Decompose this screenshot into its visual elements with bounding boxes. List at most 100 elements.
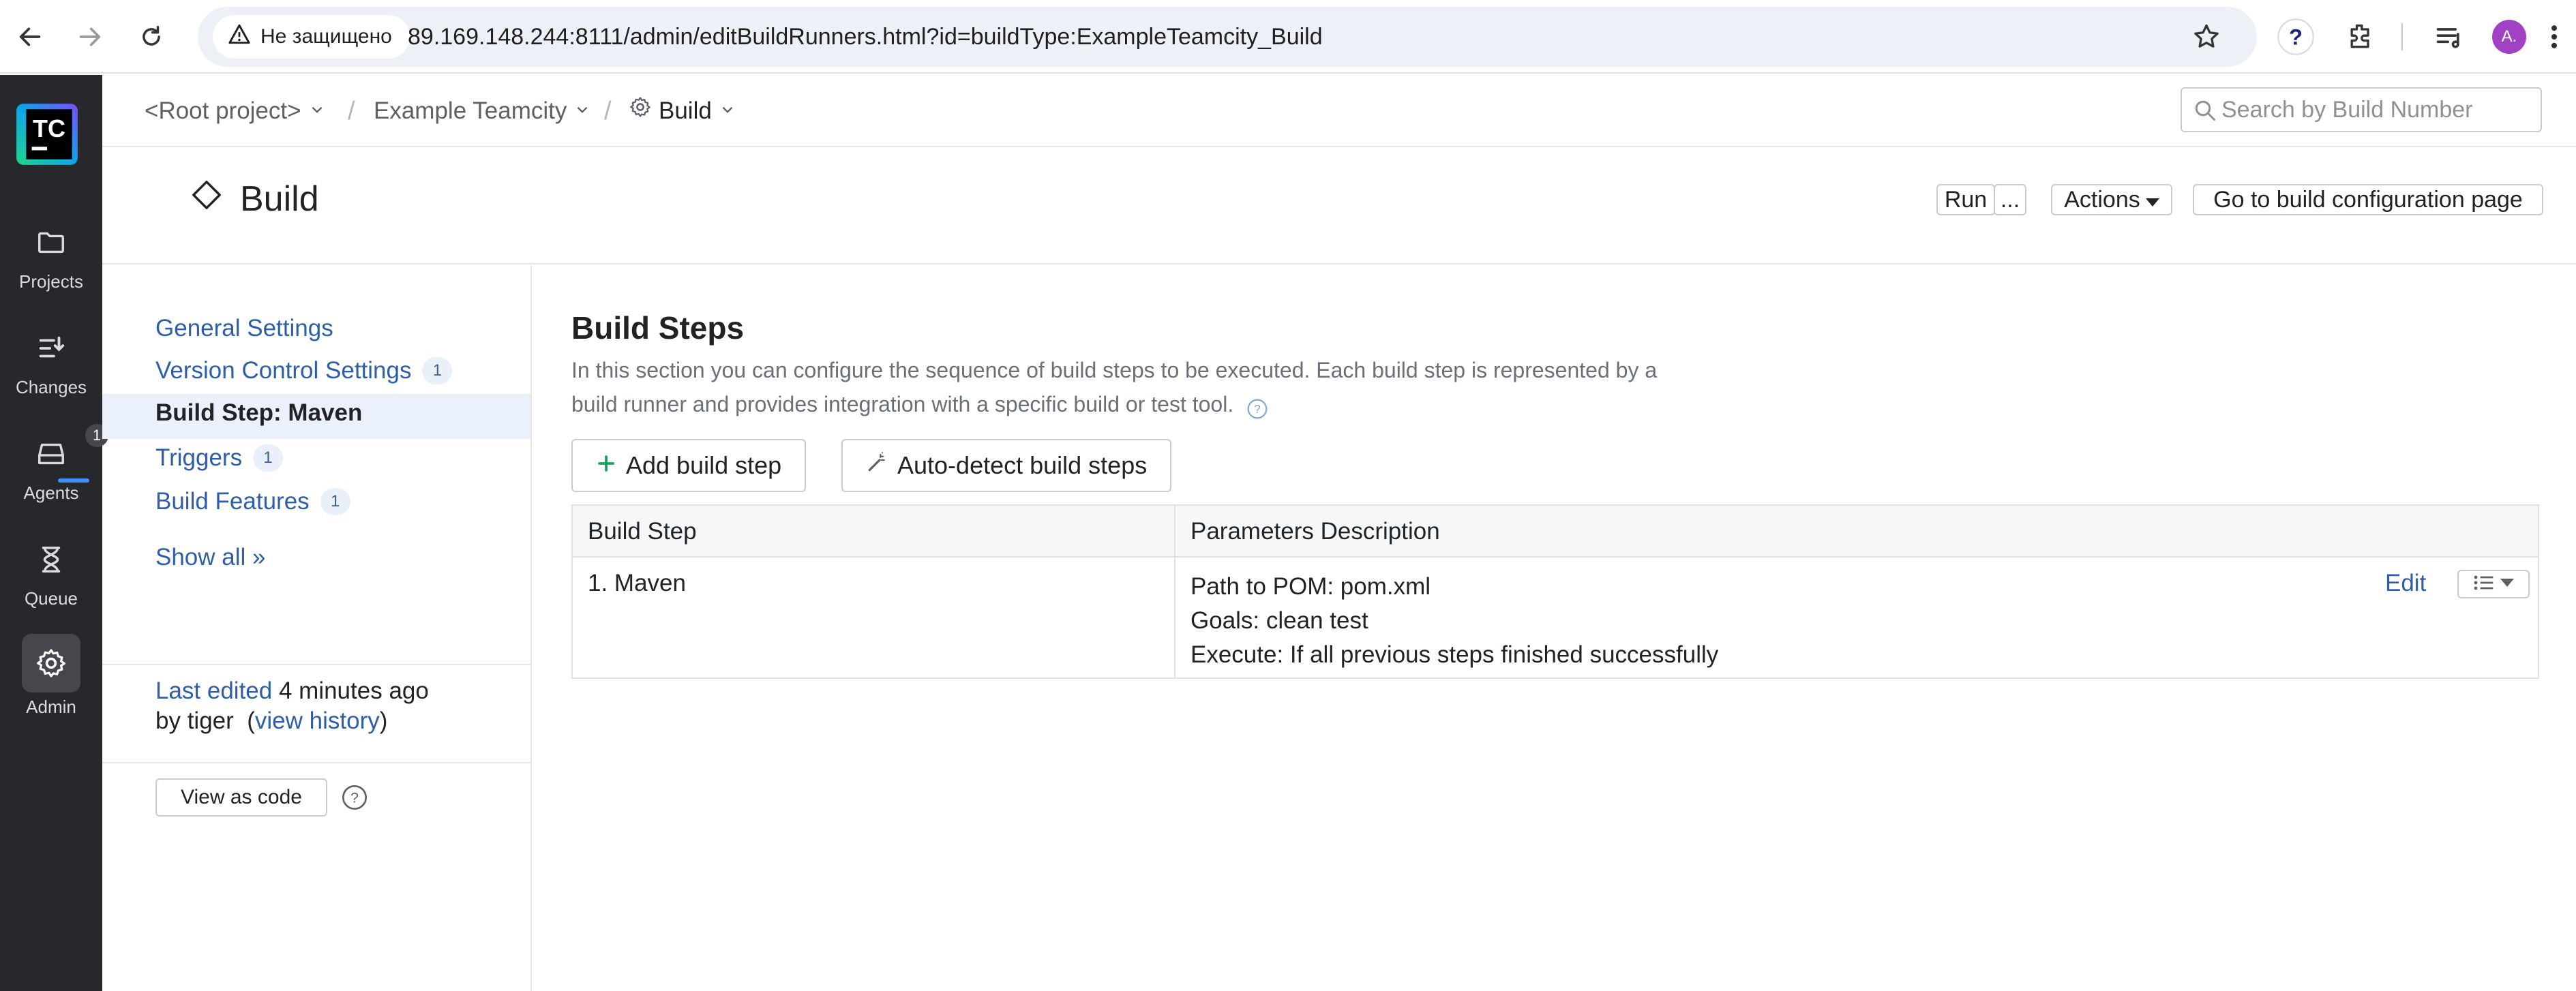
list-icon	[2473, 574, 2495, 595]
sidebar-item-triggers[interactable]: Triggers 1	[155, 444, 284, 472]
reload-icon[interactable]	[130, 15, 173, 59]
step-name: 1. Maven	[588, 570, 686, 596]
auto-detect-label: Auto-detect build steps	[897, 451, 1148, 479]
search-input[interactable]: Search by Build Number	[2181, 87, 2542, 132]
step-menu-button[interactable]	[2457, 570, 2530, 598]
param-line: Path to POM: pom.xml	[1190, 573, 1431, 600]
security-label: Не защищено	[260, 25, 392, 48]
url-text[interactable]: 89.169.148.244:8111/admin/editBuildRunne…	[408, 7, 1323, 67]
sidebar-item-label: Triggers	[155, 444, 243, 471]
param-line: Execute: If all previous steps finished …	[1190, 641, 1719, 668]
add-build-step-label: Add build step	[626, 451, 782, 479]
build-steps-section: Build Steps In this section you can conf…	[532, 266, 2576, 991]
hourglass-icon	[27, 535, 76, 584]
actions-dropdown[interactable]: Actions	[2051, 184, 2172, 215]
rail-label: Admin	[26, 697, 76, 717]
profile-avatar[interactable]: A.	[2487, 15, 2531, 59]
sidebar-item-vcs[interactable]: Version Control Settings 1	[155, 357, 453, 384]
sidebar-item-build-step[interactable]: Build Step: Maven	[155, 399, 362, 427]
description-text: In this section you can configure the se…	[571, 358, 1658, 416]
svg-text:?: ?	[2289, 25, 2303, 50]
rail-queue[interactable]: Queue	[0, 535, 102, 609]
breadcrumb-root[interactable]: <Root project>	[145, 75, 326, 147]
param-line: Goals: clean test	[1190, 607, 1368, 634]
tc-nav-rail: TC Projects Changes 1 Agents Queue Admin	[0, 75, 108, 991]
chevron-down-icon	[719, 75, 736, 147]
table-header: Build Step Parameters Description	[573, 506, 2538, 558]
table-column: Build Step	[573, 506, 1175, 556]
magic-wand-icon	[866, 451, 888, 480]
extensions-icon[interactable]	[2339, 15, 2382, 59]
help-icon[interactable]: ?	[341, 784, 368, 811]
count-badge: 1	[320, 488, 350, 515]
kebab-menu-icon[interactable]	[2541, 15, 2568, 59]
run-custom-button[interactable]: ...	[1994, 184, 2026, 215]
goto-build-config-button[interactable]: Go to build configuration page	[2193, 184, 2543, 215]
step-params: Path to POM: pom.xml Goals: clean test E…	[1190, 570, 1718, 672]
caret-down-icon	[2145, 187, 2159, 213]
help-icon[interactable]: ?	[1246, 395, 1268, 418]
rail-changes[interactable]: Changes	[0, 324, 102, 398]
settings-sidebar: General Settings Version Control Setting…	[102, 266, 532, 991]
run-button[interactable]: Run	[1936, 184, 1995, 215]
rail-label: Agents	[23, 483, 79, 503]
diamond-icon	[191, 179, 222, 219]
show-all-link[interactable]: Show all »	[155, 544, 265, 571]
folder-icon	[27, 218, 76, 267]
help-extension-icon[interactable]: ?	[2274, 15, 2318, 59]
breadcrumb-project[interactable]: Example Teamcity	[374, 75, 591, 147]
rail-projects[interactable]: Projects	[0, 218, 102, 292]
security-chip[interactable]: Не защищено	[213, 15, 410, 59]
agents-icon: 1	[27, 424, 108, 483]
view-history-link[interactable]: view history	[255, 707, 380, 734]
rail-agents[interactable]: 1 Agents	[0, 424, 108, 504]
teamcity-logo[interactable]: TC	[12, 100, 82, 169]
breadcrumb-build[interactable]: Build	[629, 75, 736, 147]
rail-admin[interactable]: Admin	[0, 634, 102, 718]
svg-text:?: ?	[1254, 402, 1261, 416]
view-as-code-button[interactable]: View as code	[155, 778, 327, 817]
rail-label: Queue	[24, 588, 78, 609]
profile-initial: A.	[2492, 20, 2526, 54]
search-placeholder: Search by Build Number	[2221, 96, 2473, 123]
edited-by: by tiger (	[155, 707, 255, 734]
sidebar-item-label: Build Features	[155, 488, 310, 515]
breadcrumb-root-label: <Root project>	[145, 97, 301, 124]
breadcrumb-project-label: Example Teamcity	[374, 97, 567, 124]
count-badge: 1	[253, 444, 284, 472]
gear-icon	[22, 634, 80, 692]
chevron-down-icon	[573, 75, 591, 147]
bookmark-star-icon[interactable]	[2191, 22, 2221, 55]
close-paren: )	[379, 707, 388, 734]
page-title-text: Build	[240, 179, 319, 219]
page-title: Build	[191, 179, 319, 219]
count-badge: 1	[422, 357, 453, 384]
svg-text:?: ?	[350, 789, 359, 806]
actions-label: Actions	[2064, 186, 2140, 213]
rail-label: Changes	[15, 377, 87, 397]
page-title-bar: Build Run ... Actions Go to build config…	[102, 149, 2576, 264]
gear-icon	[629, 75, 652, 147]
rail-label: Projects	[19, 271, 83, 292]
edit-link[interactable]: Edit	[2385, 570, 2426, 597]
last-edited-link[interactable]: Last edited	[155, 677, 272, 704]
changes-icon	[27, 324, 76, 373]
tc-header: <Root project> / Example Teamcity / Buil…	[102, 75, 2576, 147]
forward-icon[interactable]	[68, 15, 112, 59]
address-bar[interactable]: Не защищено 89.169.148.244:8111/admin/ed…	[198, 7, 2257, 67]
table-row[interactable]: 1. Maven Path to POM: pom.xml Goals: cle…	[573, 558, 2538, 677]
chevron-down-icon	[308, 75, 326, 147]
back-icon[interactable]	[8, 15, 52, 59]
agents-underline	[58, 478, 89, 483]
breadcrumb-separator: /	[348, 97, 355, 125]
divider	[102, 762, 530, 763]
auto-detect-button[interactable]: Auto-detect build steps	[841, 439, 1172, 492]
sidebar-item-general[interactable]: General Settings	[155, 315, 333, 342]
add-build-step-button[interactable]: Add build step	[571, 439, 807, 492]
divider	[102, 664, 530, 665]
media-queue-icon[interactable]	[2427, 15, 2471, 59]
warning-icon	[228, 22, 251, 51]
sidebar-item-features[interactable]: Build Features 1	[155, 488, 350, 515]
table-column: 1. Maven	[573, 558, 1175, 677]
logo-text: TC	[33, 115, 65, 142]
